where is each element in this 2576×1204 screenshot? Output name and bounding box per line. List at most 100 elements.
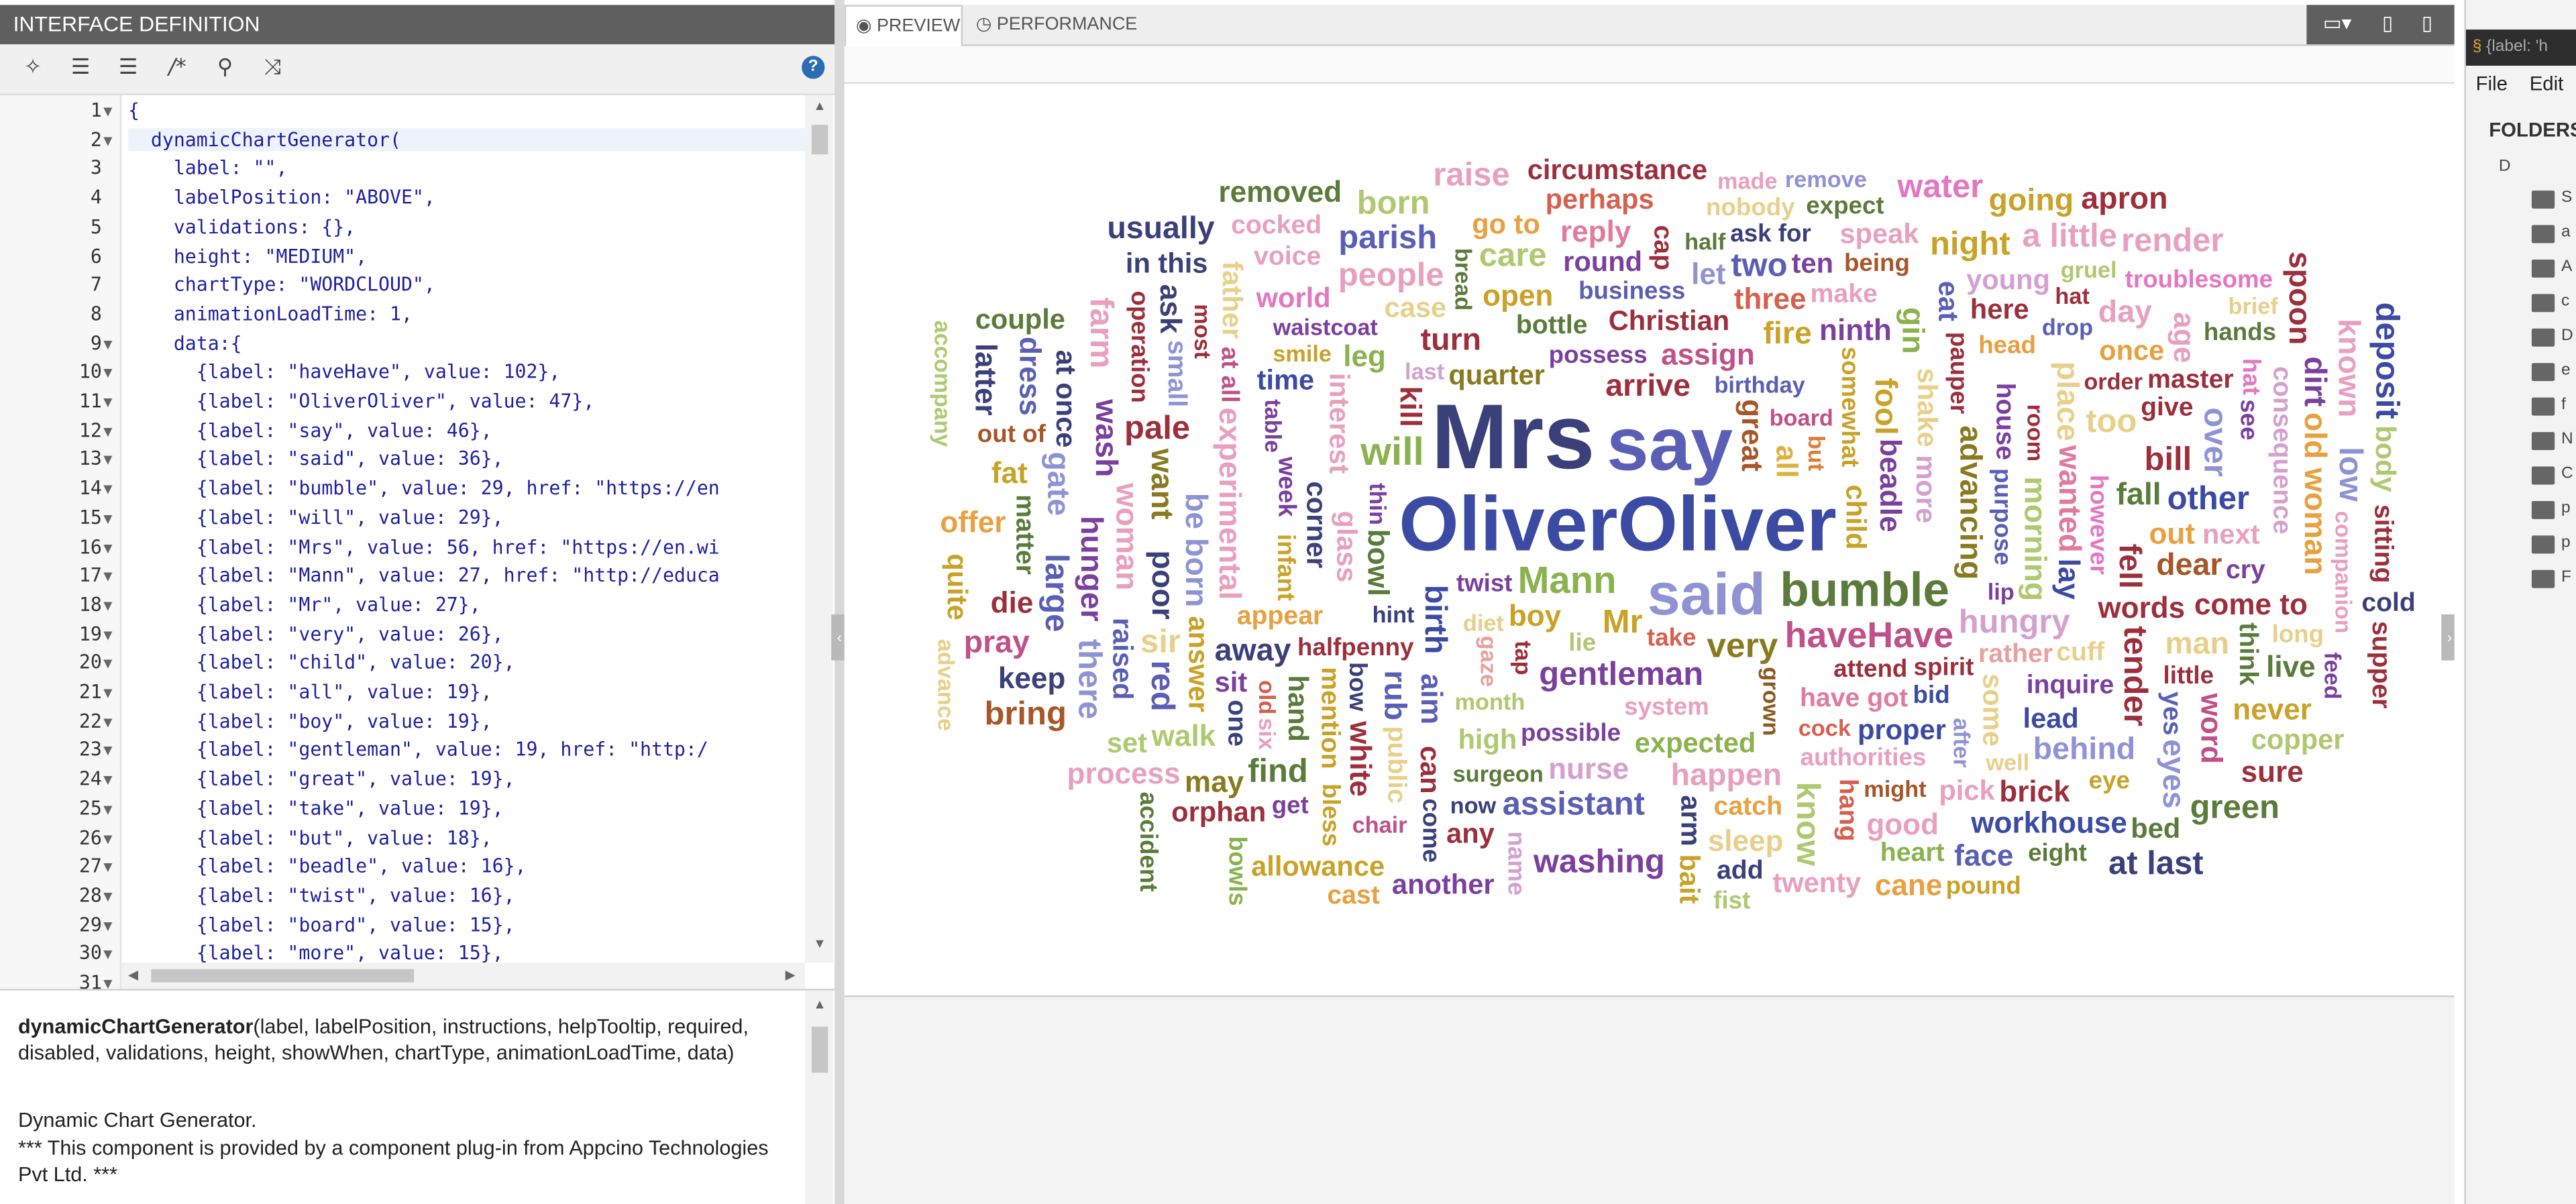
code-line[interactable]: {label: "beadle", value: 16},	[128, 855, 527, 877]
word-cloud-word[interactable]: latter	[969, 343, 1002, 415]
word-cloud-word[interactable]: Mann	[1517, 561, 1616, 600]
word-cloud-word[interactable]: aim	[1415, 674, 1448, 725]
word-cloud-word[interactable]: red	[1144, 660, 1180, 711]
word-cloud-word[interactable]: another	[1392, 871, 1495, 899]
word-cloud-word[interactable]: boy	[1509, 602, 1561, 631]
code-line[interactable]: {label: "said", value: 36},	[128, 447, 504, 470]
word-cloud-word[interactable]: advancing	[1952, 425, 1986, 579]
word-cloud-word[interactable]: bottle	[1516, 313, 1588, 340]
word-cloud-word[interactable]: consequence	[2267, 366, 2296, 534]
menu-edit[interactable]: Edit	[2530, 72, 2564, 95]
word-cloud-word[interactable]: sitting	[2369, 504, 2397, 583]
word-cloud-word[interactable]: perhaps	[1546, 186, 1654, 214]
word-cloud-word[interactable]: farm	[1083, 297, 1119, 368]
word-cloud-word[interactable]: but	[1804, 435, 1830, 471]
word-cloud-word[interactable]: somewhat	[1835, 347, 1864, 468]
folder-name[interactable]: f	[2561, 396, 2566, 414]
word-cloud-word[interactable]: Mr	[1603, 606, 1643, 639]
word-cloud-word[interactable]: lead	[2023, 704, 2079, 732]
code-line[interactable]: {label: "gentleman", value: 19, href: "h…	[128, 738, 708, 761]
word-cloud-word[interactable]: people	[1338, 260, 1444, 292]
fold-arrow-icon[interactable]: ▼	[103, 396, 112, 409]
word-cloud-word[interactable]: fool	[1868, 377, 1902, 434]
folder-icon[interactable]	[2531, 397, 2555, 416]
word-cloud-word[interactable]: words	[2098, 593, 2185, 622]
help-icon[interactable]: ?	[802, 56, 825, 79]
word-cloud-word[interactable]: cap	[1648, 225, 1676, 271]
word-cloud-word[interactable]: wash	[1088, 400, 1122, 478]
fold-arrow-icon[interactable]: ▼	[103, 861, 112, 875]
word-cloud-word[interactable]: shake	[1911, 368, 1943, 447]
word-cloud-word[interactable]: cry	[2226, 557, 2265, 584]
word-cloud-word[interactable]: set	[1107, 729, 1147, 757]
word-cloud-word[interactable]: fire	[1763, 319, 1811, 351]
word-cloud-word[interactable]: voice	[1254, 243, 1321, 270]
word-cloud-word[interactable]: body	[2369, 425, 2401, 492]
code-line[interactable]: {label: "will", value: 29},	[128, 506, 504, 529]
word-cloud-word[interactable]: proper	[1858, 716, 1946, 745]
code-editor[interactable]: 1 ▼ 2 ▼ 3 4 5 6 7 8 9 ▼ 10 ▼ 11 ▼ 12 ▼ 13 ▼ 14 ▼ 15 ▼ 16 ▼ 17 ▼ 18 ▼ 1…	[0, 95, 835, 991]
fold-arrow-icon[interactable]: ▼	[103, 832, 112, 845]
word-cloud-word[interactable]: hungry	[1959, 606, 2070, 639]
word-cloud-word[interactable]: bless	[1316, 783, 1344, 846]
tablet-icon[interactable]: ▯	[2382, 11, 2393, 34]
folder-name[interactable]: p	[2561, 499, 2571, 517]
word-cloud-word[interactable]: bowls	[1223, 836, 1251, 906]
word-cloud-word[interactable]: fell	[2112, 543, 2146, 588]
word-cloud-word[interactable]: house	[1990, 383, 2018, 460]
word-cloud-word[interactable]: Christian	[1609, 308, 1729, 336]
fold-arrow-icon[interactable]: ▼	[103, 425, 112, 439]
magic-wand-icon[interactable]: ✧	[16, 52, 49, 85]
word-cloud-word[interactable]: hat	[2055, 284, 2089, 307]
word-cloud-word[interactable]: after	[1949, 718, 1975, 767]
fold-arrow-icon[interactable]: ▼	[103, 774, 112, 787]
scroll-thumb[interactable]	[811, 125, 828, 155]
word-cloud-word[interactable]: authorities	[1801, 747, 1927, 771]
word-cloud-word[interactable]: think	[2233, 623, 2261, 686]
word-cloud-word[interactable]: day	[2098, 298, 2152, 329]
word-cloud-word[interactable]: week	[1273, 456, 1301, 516]
word-cloud-word[interactable]: rather	[1978, 641, 2053, 668]
code-line[interactable]: {label: "board", value: 15},	[128, 913, 515, 936]
code-line[interactable]: {label: "OliverOliver", value: 47},	[128, 389, 594, 412]
word-cloud-word[interactable]: inquire	[2027, 672, 2114, 699]
word-cloud-word[interactable]: case	[1385, 294, 1447, 323]
folder-icon[interactable]	[2531, 535, 2555, 554]
word-cloud-word[interactable]: get	[1272, 793, 1309, 818]
word-cloud-word[interactable]: lip	[1988, 579, 2015, 602]
fold-arrow-icon[interactable]: ▼	[103, 134, 112, 148]
word-cloud-word[interactable]: table	[1260, 399, 1287, 453]
word-cloud-word[interactable]: good	[1866, 809, 1939, 838]
word-cloud-word[interactable]: infant	[1271, 533, 1299, 600]
word-cloud-word[interactable]: quite	[941, 553, 973, 620]
word-cloud-word[interactable]: want	[1144, 449, 1178, 520]
word-cloud-word[interactable]: take	[1647, 626, 1697, 651]
word-cloud-word[interactable]: sure	[2241, 757, 2304, 786]
word-cloud-word[interactable]: birth	[1417, 585, 1452, 654]
word-cloud-word[interactable]: OliverOliver	[1399, 484, 1837, 561]
outdent-icon[interactable]: ☰	[112, 52, 145, 85]
word-cloud-word[interactable]: eyes	[2155, 738, 2190, 808]
word-cloud-word[interactable]: born	[1357, 186, 1430, 219]
word-cloud-word[interactable]: tender	[2116, 625, 2153, 726]
word-cloud-word[interactable]: circumstance	[1527, 156, 1707, 184]
word-cloud-word[interactable]: smile	[1273, 341, 1332, 364]
folder-name[interactable]: N	[2561, 431, 2573, 449]
scroll-up-icon[interactable]: ▲	[813, 997, 826, 1012]
code-line[interactable]: {label: "take", value: 19},	[128, 796, 504, 819]
word-cloud-word[interactable]: place	[2049, 362, 2084, 441]
word-cloud-word[interactable]: say	[1607, 406, 1733, 482]
word-cloud-word[interactable]: at once	[1050, 350, 1081, 448]
word-cloud-word[interactable]: beadle	[1874, 438, 1907, 532]
word-cloud-word[interactable]: cocked	[1231, 213, 1322, 240]
word-cloud-word[interactable]: have got	[1800, 686, 1908, 713]
fold-arrow-icon[interactable]: ▼	[103, 803, 112, 816]
word-cloud-word[interactable]: care	[1479, 241, 1547, 274]
folder-icon[interactable]	[2531, 294, 2555, 313]
word-cloud-word[interactable]: father	[1216, 262, 1248, 339]
fold-arrow-icon[interactable]: ▼	[103, 337, 112, 351]
word-cloud-word[interactable]: bid	[1913, 683, 1950, 708]
word-cloud-word[interactable]: appear	[1237, 604, 1323, 631]
word-cloud-word[interactable]: nobody	[1706, 195, 1795, 220]
word-cloud-word[interactable]: system	[1624, 694, 1709, 719]
